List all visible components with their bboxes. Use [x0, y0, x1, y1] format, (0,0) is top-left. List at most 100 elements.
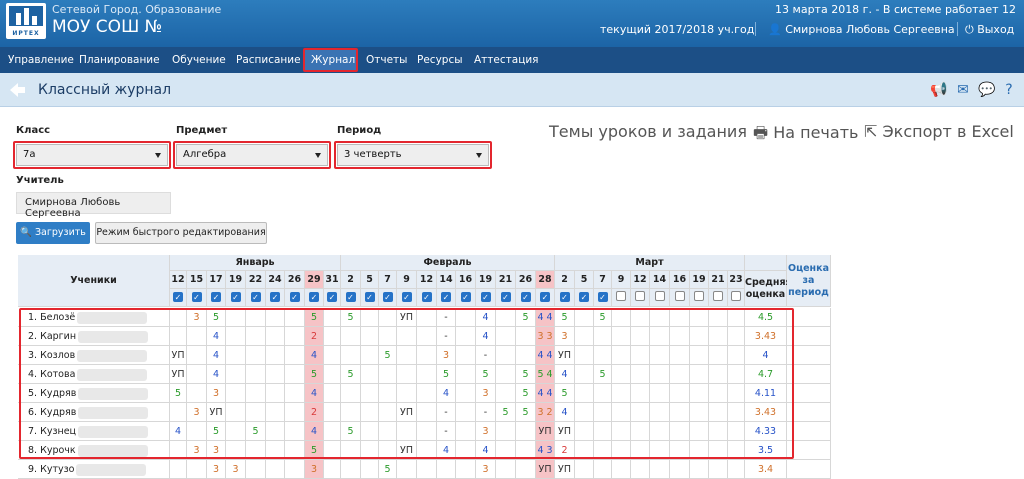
- date-status: 13 марта 2018 г. - В системе работает 12: [775, 3, 1016, 16]
- lesson-checkbox[interactable]: ✓: [364, 292, 375, 302]
- lesson-checkbox[interactable]: ✓: [401, 292, 412, 302]
- grade-cell[interactable]: [187, 460, 207, 479]
- export-link[interactable]: ⇱ Экспорт в Excel: [864, 122, 1014, 141]
- lesson-checkbox[interactable]: ✓: [540, 292, 550, 302]
- grade-cell[interactable]: [266, 460, 285, 479]
- day-header: 12: [417, 271, 437, 289]
- lesson-checkbox[interactable]: [635, 291, 645, 301]
- nav-item-6[interactable]: Ресурсы: [417, 47, 463, 73]
- lesson-checkbox[interactable]: ✓: [309, 292, 319, 302]
- grade-cell[interactable]: [324, 460, 341, 479]
- exit-link[interactable]: ⏻ Выход: [965, 23, 1014, 37]
- lesson-checkbox[interactable]: ✓: [173, 292, 183, 302]
- grade-cell[interactable]: [594, 460, 612, 479]
- lesson-checkbox[interactable]: ✓: [421, 292, 432, 302]
- period-grade-cell[interactable]: [787, 460, 831, 479]
- lesson-checkbox[interactable]: [713, 291, 723, 301]
- grade-cell[interactable]: [341, 460, 361, 479]
- day-header: 21: [709, 271, 728, 289]
- grade-cell[interactable]: [575, 460, 594, 479]
- lesson-checkbox[interactable]: ✓: [345, 292, 356, 302]
- help-icon[interactable]: ?: [1001, 82, 1017, 98]
- grade-cell[interactable]: 3: [476, 460, 496, 479]
- load-button[interactable]: 🔍 Загрузить: [16, 222, 90, 244]
- student-name: 9. Кутузо: [18, 460, 170, 479]
- lesson-checkbox[interactable]: ✓: [559, 292, 570, 302]
- lesson-checkbox[interactable]: [674, 291, 685, 301]
- fast-edit-button[interactable]: Режим быстрого редактирования: [95, 222, 267, 244]
- topics-link[interactable]: Темы уроков и задания: [549, 122, 747, 141]
- print-link[interactable]: 🖶 На печать: [753, 122, 858, 149]
- checkbox-cell: ✓: [379, 289, 397, 307]
- period-highlight: [334, 141, 492, 169]
- user-link[interactable]: 👤 Смирнова Любовь Сергеевна: [768, 23, 955, 36]
- grade-cell[interactable]: [246, 460, 266, 479]
- chat-icon[interactable]: 💬: [978, 82, 995, 98]
- nav-item-5[interactable]: Отчеты: [366, 47, 407, 73]
- lesson-checkbox[interactable]: ✓: [597, 292, 608, 302]
- lesson-checkbox[interactable]: ✓: [270, 292, 280, 302]
- grade-cell[interactable]: [516, 460, 536, 479]
- grade-cell[interactable]: [397, 460, 417, 479]
- grade-cell[interactable]: УП: [555, 460, 575, 479]
- grade-cell[interactable]: [496, 460, 516, 479]
- lesson-checkbox[interactable]: ✓: [579, 292, 589, 302]
- lesson-checkbox[interactable]: ✓: [230, 292, 241, 302]
- checkbox-cell: ✓: [555, 289, 575, 307]
- lesson-checkbox[interactable]: ✓: [480, 292, 491, 302]
- grade-cell[interactable]: [285, 460, 305, 479]
- checkbox-cell: [690, 289, 709, 307]
- grade-cell[interactable]: [631, 460, 650, 479]
- checkbox-cell: [650, 289, 670, 307]
- day-header: 22: [246, 271, 266, 289]
- lesson-checkbox[interactable]: [694, 291, 704, 301]
- grade-cell[interactable]: [690, 460, 709, 479]
- nav-item-4[interactable]: Журнал: [311, 47, 355, 73]
- lesson-checkbox[interactable]: ✓: [250, 292, 261, 302]
- grade-cell[interactable]: 5: [379, 460, 397, 479]
- lesson-checkbox[interactable]: ✓: [289, 292, 300, 302]
- nav-item-2[interactable]: Обучение: [172, 47, 226, 73]
- grade-cell[interactable]: УП: [536, 460, 555, 479]
- lesson-checkbox[interactable]: ✓: [500, 292, 511, 302]
- lesson-checkbox[interactable]: ✓: [441, 292, 451, 302]
- grade-cell[interactable]: [417, 460, 437, 479]
- nav-item-1[interactable]: Планирование: [79, 47, 160, 73]
- school-year[interactable]: текущий 2017/2018 уч.год: [600, 23, 754, 36]
- grade-cell[interactable]: [728, 460, 745, 479]
- grade-cell[interactable]: [456, 460, 476, 479]
- nav-item-7[interactable]: Аттестация: [474, 47, 539, 73]
- grade-cell[interactable]: [437, 460, 456, 479]
- lesson-checkbox[interactable]: ✓: [211, 292, 221, 302]
- checkbox-cell: ✓: [437, 289, 456, 307]
- grade-cell[interactable]: [670, 460, 690, 479]
- megaphone-icon[interactable]: 📢: [930, 82, 947, 98]
- day-header: 14: [650, 271, 670, 289]
- grade-cell[interactable]: 3: [226, 460, 246, 479]
- grade-cell[interactable]: [361, 460, 379, 479]
- grade-cell[interactable]: [170, 460, 187, 479]
- day-header: 26: [285, 271, 305, 289]
- grade-cell[interactable]: 3: [305, 460, 324, 479]
- lesson-checkbox[interactable]: ✓: [460, 292, 471, 302]
- lesson-checkbox[interactable]: ✓: [191, 292, 202, 302]
- lesson-checkbox[interactable]: [616, 291, 626, 301]
- irtech-logo[interactable]: ИРТЕХ: [6, 3, 46, 39]
- avg-header-top: [745, 255, 787, 271]
- lesson-checkbox[interactable]: ✓: [327, 292, 337, 302]
- checkbox-cell: ✓: [266, 289, 285, 307]
- lesson-checkbox[interactable]: ✓: [520, 292, 531, 302]
- lesson-checkbox[interactable]: [654, 291, 665, 301]
- nav-item-3[interactable]: Расписание: [236, 47, 301, 73]
- nav-item-0[interactable]: Управление: [8, 47, 74, 73]
- grade-cell[interactable]: [612, 460, 631, 479]
- lesson-checkbox[interactable]: ✓: [382, 292, 393, 302]
- checkbox-cell: [728, 289, 745, 307]
- lesson-checkbox[interactable]: [731, 291, 741, 301]
- grade-cell[interactable]: 3: [207, 460, 226, 479]
- checkbox-cell: ✓: [575, 289, 594, 307]
- checkbox-cell: [631, 289, 650, 307]
- mail-icon[interactable]: ✉: [955, 82, 971, 98]
- grade-cell[interactable]: [650, 460, 670, 479]
- grade-cell[interactable]: [709, 460, 728, 479]
